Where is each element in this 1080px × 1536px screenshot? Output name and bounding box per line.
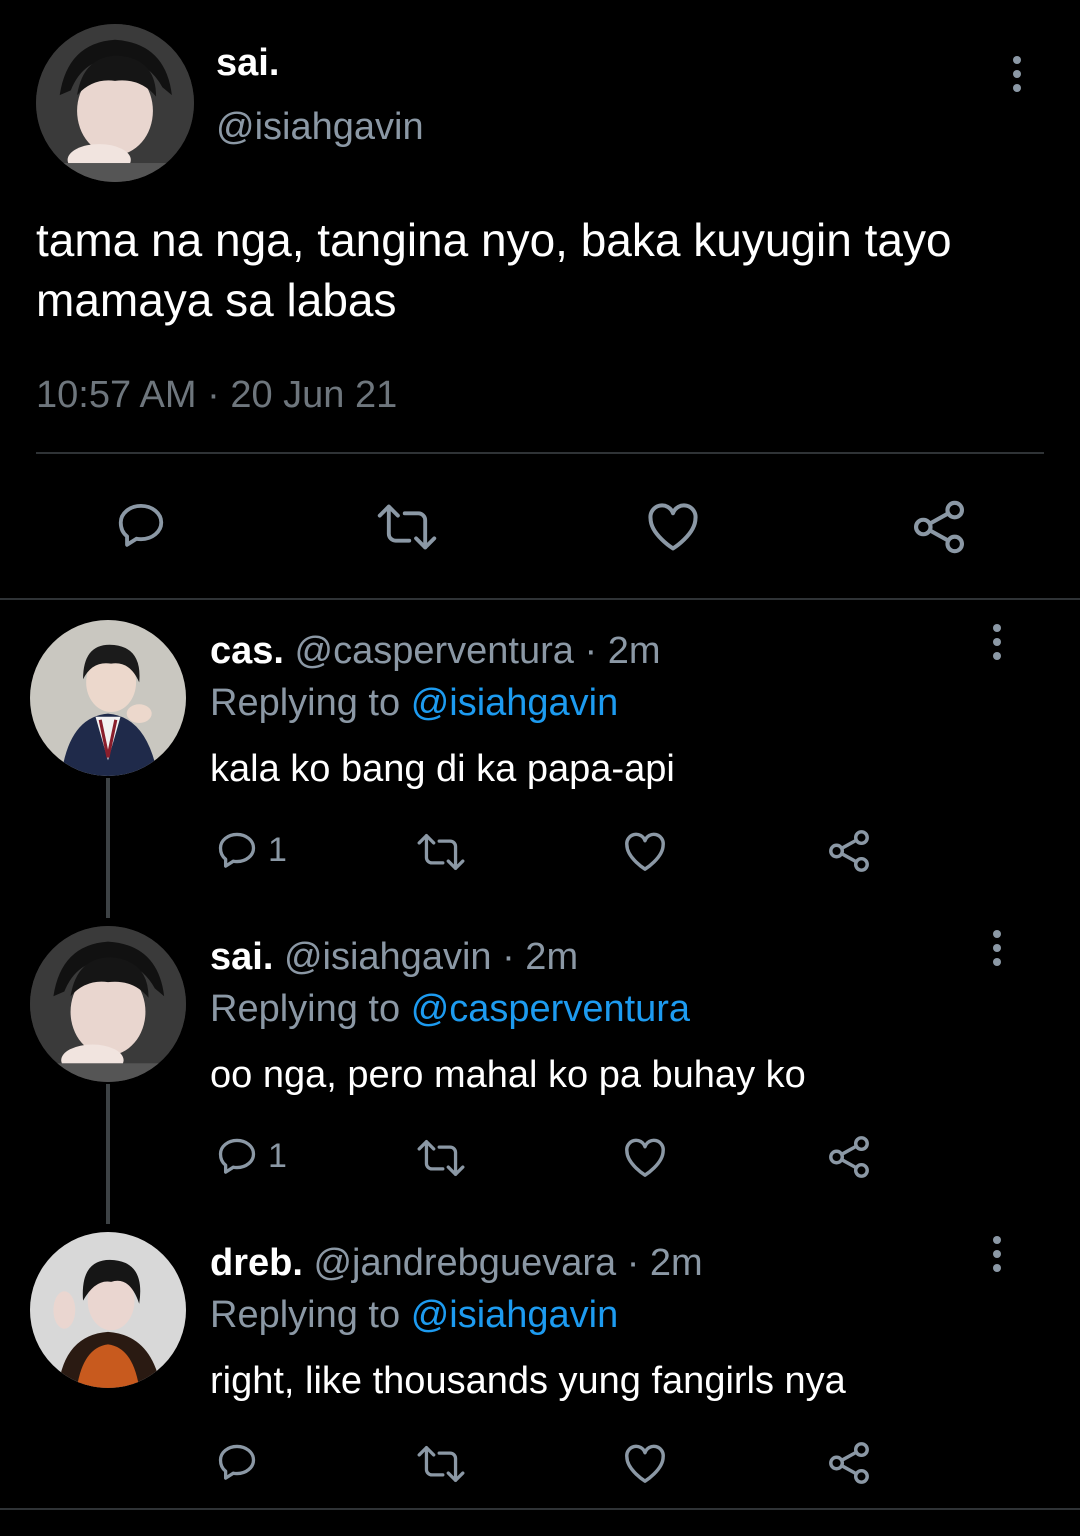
replying-label: Replying to [210,1294,401,1336]
replying-label: Replying to [210,988,401,1030]
reply-header: cas. @casperventura · 2m [210,630,660,673]
share-button[interactable] [826,1134,872,1180]
display-name[interactable]: sai. [216,42,279,85]
share-button[interactable] [910,498,968,556]
more-options-icon[interactable] [987,1236,1007,1280]
like-button[interactable] [622,1136,668,1178]
reply-count: 1 [268,830,287,869]
reply-icon [218,832,256,868]
share-button[interactable] [826,1440,872,1486]
user-handle[interactable]: @isiahgavin [284,936,492,978]
reply-actions: 1 [0,812,1080,872]
like-icon [648,503,698,551]
reply-icon [118,503,164,547]
reply-button[interactable]: 1 [214,828,287,872]
replying-label: Replying to [210,682,401,724]
replying-to-link[interactable]: @casperventura [411,988,690,1030]
more-options-icon[interactable] [987,930,1007,974]
replying-to: Replying to @casperventura [210,988,690,1031]
relative-time: · 2m [626,1242,703,1284]
share-icon [829,830,869,872]
more-options-icon[interactable] [987,624,1007,668]
reply-header: sai. @isiahgavin · 2m [210,936,578,979]
reply-tweet[interactable]: sai. @isiahgavin · 2m Replying to @caspe… [0,914,1080,1224]
share-icon [829,1442,869,1484]
share-button[interactable] [826,828,872,874]
display-name[interactable]: dreb. [210,1242,303,1284]
retweet-button[interactable] [414,832,468,872]
share-icon [829,1136,869,1178]
relative-time: · 2m [584,630,661,672]
reply-tweet[interactable]: dreb. @jandrebguevara · 2m Replying to @… [0,1220,1080,1526]
like-icon [625,1138,665,1177]
retweet-button[interactable] [414,1138,468,1178]
tweet-actions [0,490,1080,570]
like-icon [625,1444,665,1483]
retweet-icon [417,1446,465,1482]
replying-to: Replying to @isiahgavin [210,1294,618,1337]
relative-time: · 2m [502,936,579,978]
replying-to-link[interactable]: @isiahgavin [411,1294,619,1336]
retweet-icon [417,1140,465,1176]
reply-text: right, like thousands yung fangirls nya [210,1360,846,1402]
retweet-button[interactable] [374,502,440,552]
avatar[interactable] [36,24,194,182]
reply-actions [0,1424,1080,1484]
like-button[interactable] [622,1442,668,1484]
share-icon [913,500,965,554]
user-handle[interactable]: @jandrebguevara [313,1242,616,1284]
retweet-icon [377,504,437,550]
divider [0,598,1080,600]
reply-text: oo nga, pero mahal ko pa buhay ko [210,1054,806,1096]
retweet-button[interactable] [414,1444,468,1484]
replying-to-link[interactable]: @isiahgavin [411,682,619,724]
reply-button[interactable]: 1 [214,1134,287,1178]
reply-tweet[interactable]: cas. @casperventura · 2m Replying to @is… [0,608,1080,918]
like-button[interactable] [622,830,668,872]
reply-text: kala ko bang di ka papa-api [210,748,675,790]
tweet-timestamp[interactable]: 10:57 AM · 20 Jun 21 [36,374,397,417]
tweet-text: tama na nga, tangina nyo, baka kuyugin t… [36,214,952,326]
reply-count: 1 [268,1136,287,1175]
user-handle[interactable]: @casperventura [295,630,574,672]
divider [0,1508,1080,1510]
more-options-icon[interactable] [1007,56,1027,100]
like-button[interactable] [644,500,702,552]
reply-header: dreb. @jandrebguevara · 2m [210,1242,703,1285]
display-name[interactable]: cas. [210,630,284,672]
main-tweet: sai. @isiahgavin tama na nga, tangina ny… [0,0,1080,600]
avatar[interactable] [30,926,186,1082]
display-name[interactable]: sai. [210,936,273,978]
reply-actions: 1 [0,1118,1080,1178]
retweet-icon [417,834,465,870]
like-icon [625,832,665,871]
avatar[interactable] [30,1232,186,1388]
avatar[interactable] [30,620,186,776]
user-handle[interactable]: @isiahgavin [216,106,424,149]
replying-to: Replying to @isiahgavin [210,682,618,725]
reply-button[interactable] [112,498,170,552]
reply-icon [218,1444,256,1480]
reply-button[interactable] [214,1440,268,1484]
reply-icon [218,1138,256,1174]
divider [36,452,1044,454]
